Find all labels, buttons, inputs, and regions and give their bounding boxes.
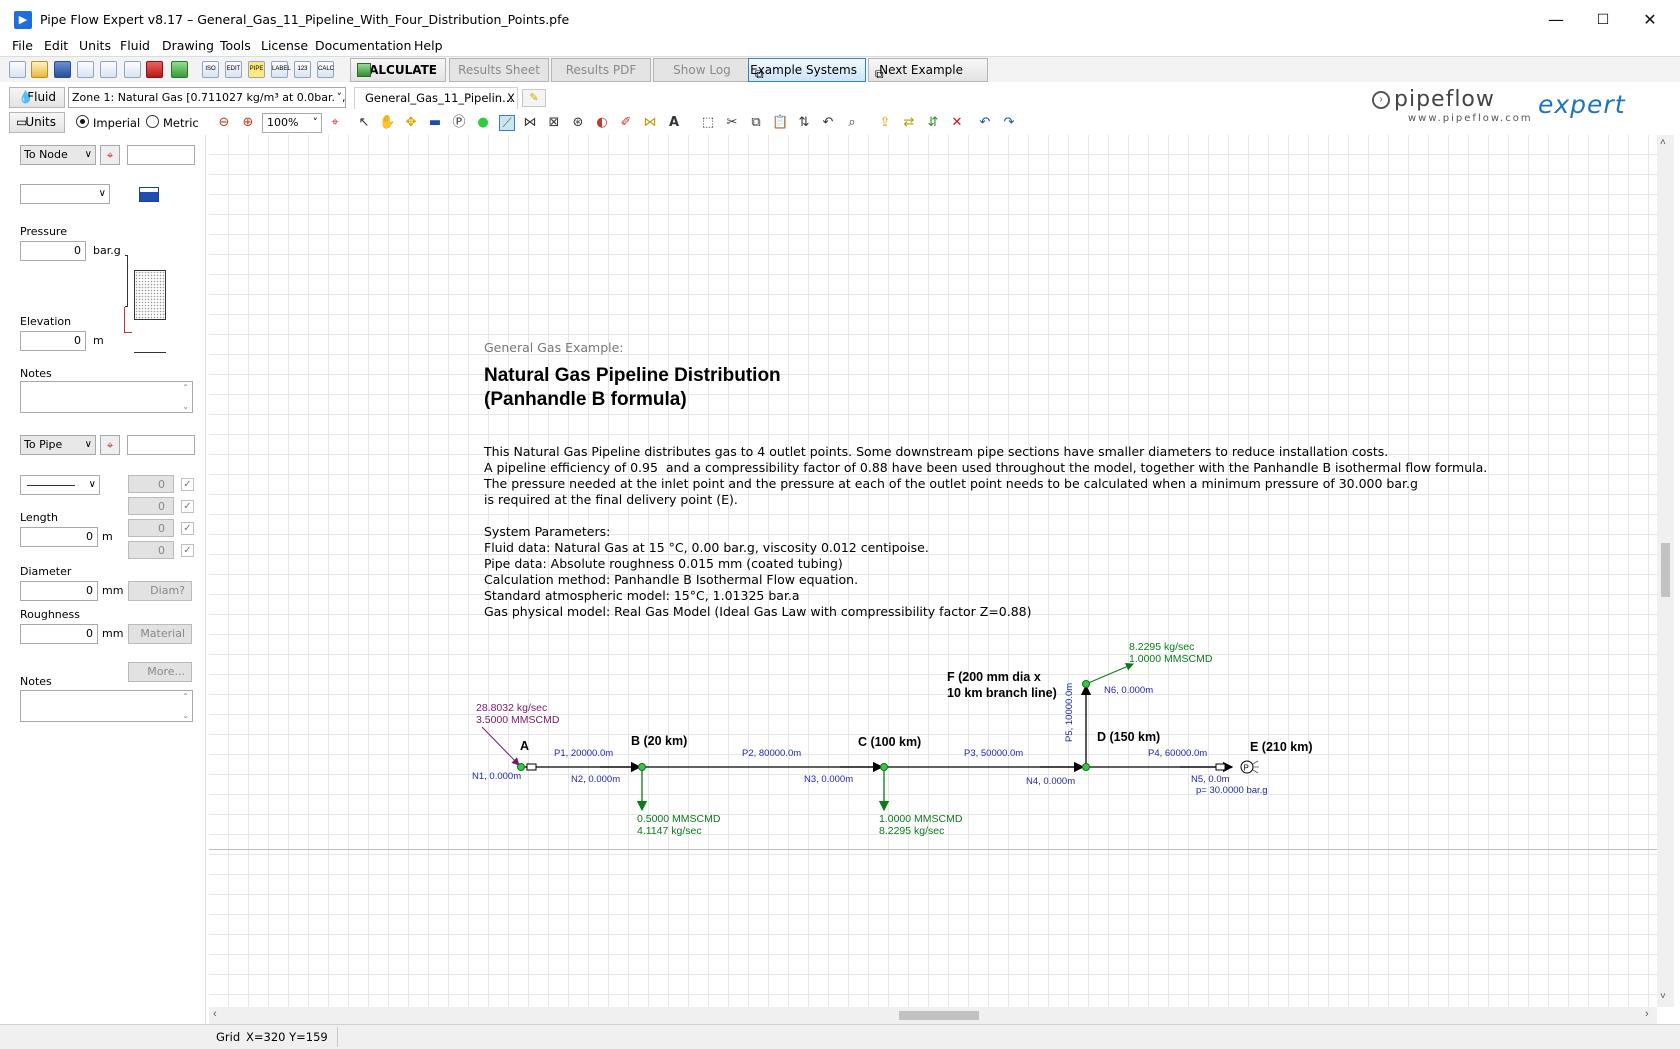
node-id-n1: N1, 0.000m (472, 771, 522, 782)
node-id-n5: N5, 0.0m (1191, 774, 1230, 785)
node-label-d: D (150 km) (1097, 730, 1161, 744)
node-label-c: C (100 km) (858, 735, 922, 749)
node-id-n6: N6, 0.000m (1104, 685, 1154, 696)
scroll-up-arrow-icon[interactable]: ˄ (1660, 137, 1666, 148)
node-n5-pressure: p= 30.0000 bar.g (1196, 785, 1268, 796)
pipe-network-diagram: P (481, 663, 1259, 812)
outlet-c-volume-flow: 1.0000 MMSCMD (879, 813, 963, 825)
inlet-flow-arrow (481, 726, 520, 766)
status-bar: Grid X=320 Y=159 (0, 1024, 1680, 1049)
node-label-e: E (210 km) (1250, 740, 1313, 754)
status-divider (337, 1027, 338, 1047)
outlet-b-mass-flow: 4.1147 kg/sec (637, 825, 702, 837)
vertical-scrollbar[interactable]: ˄ ˅ (1657, 135, 1674, 1007)
node-n6[interactable] (1082, 680, 1090, 688)
node-id-n3: N3, 0.000m (804, 774, 854, 785)
node-n4[interactable] (1082, 763, 1090, 771)
node-label-f-line1: F (200 mm dia x (947, 670, 1041, 684)
outlet-spray-icon (1252, 760, 1259, 774)
scroll-left-arrow-icon[interactable]: ‹ (213, 1008, 217, 1020)
node-n3[interactable] (880, 763, 888, 771)
status-coordinates: X=320 Y=159 (246, 1030, 328, 1044)
pipe-label-p5: P5, 10000.0m (1064, 682, 1075, 742)
node-id-n2: N2, 0.000m (571, 774, 621, 785)
pipe-label-p3: P3, 50000.0m (964, 748, 1024, 759)
scroll-down-arrow-icon[interactable]: ˅ (1660, 991, 1666, 1002)
inlet-mass-flow: 28.8032 kg/sec (476, 702, 548, 714)
vertical-scroll-thumb[interactable] (1661, 543, 1670, 597)
node-label-b: B (20 km) (631, 734, 688, 748)
node-label-a: A (520, 739, 530, 753)
outlet-c-mass-flow: 8.2295 kg/sec (879, 825, 945, 837)
pressure-node-e-letter: P (1244, 764, 1249, 773)
pipe-label-p4: P4, 60000.0m (1148, 748, 1208, 759)
node-n2[interactable] (638, 763, 646, 771)
node-label-f-line2: 10 km branch line) (947, 686, 1057, 700)
inlet-volume-flow: 3.5000 MMSCMD (476, 714, 560, 726)
outlet-b-volume-flow: 0.5000 MMSCMD (637, 813, 721, 825)
status-grid-label: Grid (216, 1030, 241, 1044)
outlet-flow-f (1085, 663, 1134, 685)
node-id-n4: N4, 0.000m (1026, 776, 1076, 787)
node-n1[interactable] (517, 763, 525, 771)
horizontal-scroll-thumb[interactable] (899, 1011, 979, 1020)
inlet-connector (526, 763, 537, 771)
outlet-f-mass-flow: 8.2295 kg/sec (1129, 641, 1195, 653)
outlet-connector (1215, 763, 1226, 771)
pipe-label-p1: P1, 20000.0m (554, 748, 614, 759)
scroll-right-arrow-icon[interactable]: › (1645, 1008, 1649, 1020)
horizontal-scrollbar[interactable]: ‹ › (209, 1007, 1657, 1024)
pipe-label-p2: P2, 80000.0m (742, 748, 802, 759)
outlet-f-volume-flow: 1.0000 MMSCMD (1129, 653, 1213, 665)
